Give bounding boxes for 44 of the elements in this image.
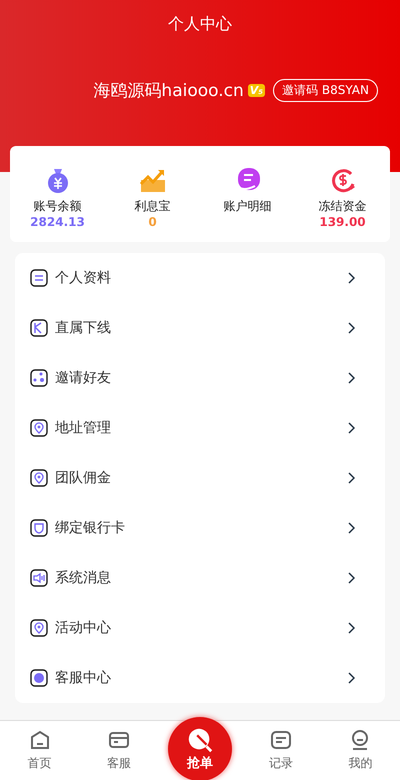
stat-label: 冻结资金 — [318, 198, 366, 215]
home-icon — [28, 729, 51, 751]
menu-item[interactable]: 个人资料 — [30, 253, 370, 303]
stat-label: 利息宝 — [134, 198, 170, 215]
chevron-right-icon — [347, 622, 355, 634]
menu-item[interactable]: 地址管理 — [30, 403, 370, 453]
chevron-right-icon — [347, 322, 355, 334]
menu-item[interactable]: 直属下线 — [30, 303, 370, 353]
stat-value: 2824.13 — [30, 215, 85, 229]
nav-tab[interactable]: 客服 — [88, 729, 149, 772]
stat-label: 账户明细 — [224, 198, 272, 215]
chevron-right-icon — [347, 672, 355, 684]
menu-item[interactable]: 绑定银行卡 — [30, 503, 370, 553]
menu-item[interactable]: 客服中心 — [30, 653, 370, 703]
chevron-right-icon — [347, 272, 355, 284]
location-pin-icon — [30, 419, 48, 437]
document-icon — [30, 269, 48, 287]
card-icon — [108, 729, 130, 751]
stat-value: 139.00 — [319, 215, 366, 229]
chevron-right-icon — [347, 422, 355, 434]
vip-badge: V₅ — [248, 84, 266, 97]
username: 海鸥源码haiooo.cn — [93, 80, 244, 102]
shield-icon — [30, 519, 48, 537]
chevron-right-icon — [347, 472, 355, 484]
nav-tab[interactable]: 我的 — [330, 729, 390, 772]
location-pin-icon — [30, 619, 48, 637]
menu-item[interactable]: 邀请好友 — [30, 353, 370, 403]
invite-code-badge: 邀请码 B8SYAN — [273, 79, 378, 102]
nav-tab[interactable]: 记录 — [251, 729, 312, 772]
nav-tab[interactable]: 首页 — [10, 729, 70, 772]
menu-item[interactable]: 系统消息 — [30, 553, 370, 603]
location-pin-icon — [30, 469, 48, 487]
speaker-icon — [30, 569, 48, 587]
chevron-right-icon — [347, 372, 355, 384]
chevron-right-icon — [347, 572, 355, 584]
menu-item[interactable]: 活动中心 — [30, 603, 370, 653]
stat-label: 账号余额 — [34, 198, 82, 215]
list-icon — [270, 729, 292, 751]
menu-item[interactable]: 团队佣金 — [30, 453, 370, 503]
grab-order-button[interactable]: 抢单 — [168, 716, 232, 780]
share-icon — [30, 369, 48, 387]
stat-value: 0 — [148, 215, 157, 229]
chevron-right-icon — [347, 522, 355, 534]
page-title: 个人中心 — [167, 14, 233, 35]
